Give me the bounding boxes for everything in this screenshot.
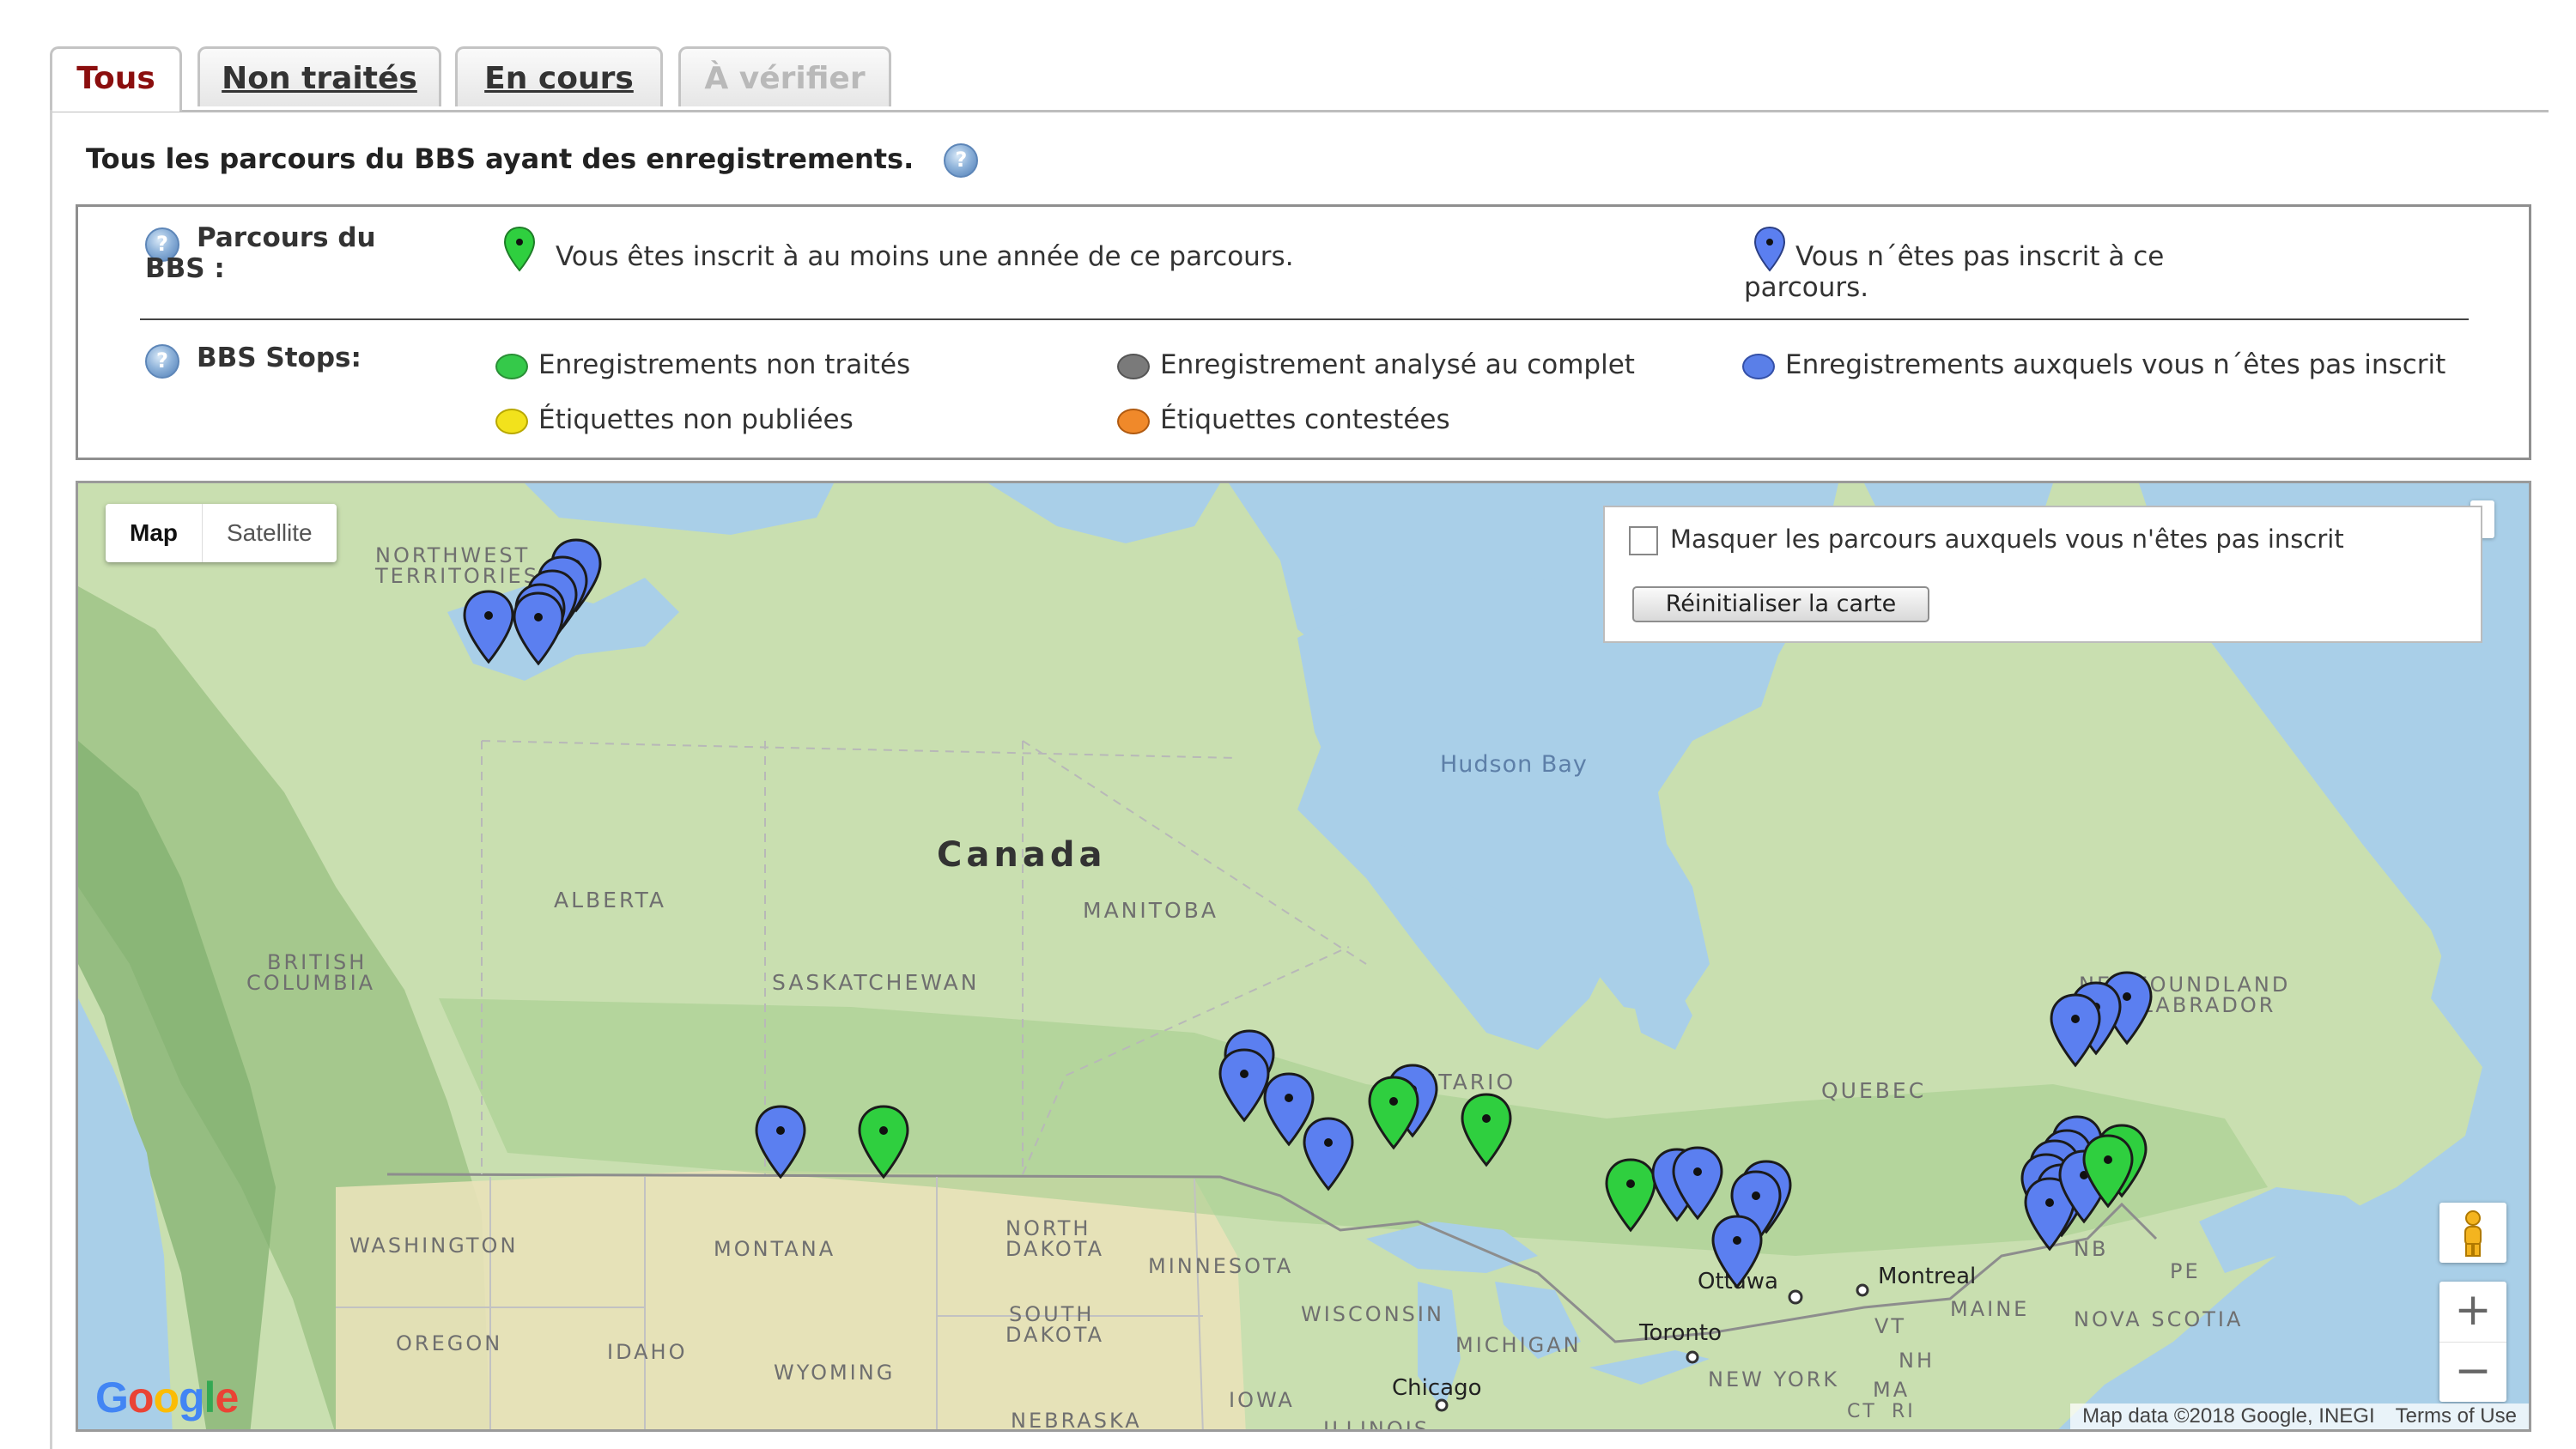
label-maine: MAINE [1950,1297,2029,1321]
zoom-out-button[interactable]: − [2439,1343,2506,1403]
google-logo-letter: o [127,1373,155,1422]
blue-dot-icon [1742,353,1775,379]
google-logo-letter: e [215,1373,239,1422]
stop-legend-item: Étiquettes non publiées [495,404,854,435]
routes-heading: Parcours du BBS : [145,222,376,284]
orange-dot-icon [1117,408,1150,434]
stop-legend-item: Enregistrements non traités [495,349,910,380]
google-logo-letter: l [204,1373,216,1422]
label-nb: NB [2074,1237,2108,1261]
tab-en-cours[interactable]: En cours [455,46,663,106]
label-montana: MONTANA [714,1237,835,1261]
yellow-dot-icon [495,408,528,434]
reset-map-button[interactable]: Réinitialiser la carte [1632,586,1929,622]
content-border [50,110,52,1449]
label-washington: WASHINGTON [349,1234,518,1258]
stop-legend-item: Enregistrements auxquels vous n´êtes pas… [1742,349,2445,380]
label-new-york: NEW YORK [1708,1367,1839,1391]
hide-routes-checkbox[interactable] [1629,526,1658,555]
label-chicago: Chicago [1392,1375,1482,1401]
route-not-enrolled-text: Vous n´êtes pas inscrit à ce parcours. [1744,241,2165,303]
tab-tous[interactable]: Tous [50,46,182,112]
label-michigan: MICHIGAN [1455,1333,1582,1357]
label-pe: PE [2170,1259,2201,1283]
label-wisconsin: WISCONSIN [1301,1302,1444,1326]
label-bc: COLUMBIA [246,971,375,995]
label-south-dakota: DAKOTA [1005,1323,1104,1347]
label-ri: RI [1892,1401,1916,1422]
green-dot-icon [495,353,528,379]
label-nh: NH [1899,1349,1935,1373]
label-wyoming: WYOMING [774,1361,895,1385]
label-minnesota: MINNESOTA [1148,1254,1293,1278]
label-vt: VT [1874,1314,1906,1338]
label-saskatchewan: SASKATCHEWAN [772,970,979,995]
google-logo-letter: g [179,1373,205,1422]
map-type-satellite-button[interactable]: Satellite [203,504,337,562]
google-logo-letter: o [153,1373,179,1422]
label-toronto: Toronto [1638,1320,1722,1346]
map-canvas[interactable]: Canada Hudson Bay NORTHWEST TERRITORIES … [76,481,2531,1432]
street-view-pegman[interactable] [2439,1203,2506,1263]
gray-dot-icon [1117,353,1150,379]
label-montreal: Montreal [1878,1264,1976,1289]
label-nebraska: NEBRASKA [1011,1409,1142,1432]
label-ct: CT [1847,1401,1877,1422]
map-attribution: Map data ©2018 Google, INEGI Terms of Use [2070,1404,2529,1429]
label-manitoba: MANITOBA [1083,898,1218,923]
tab-a-verifier: À vérifier [678,46,891,106]
map-data-credit: Map data ©2018 Google, INEGI [2082,1404,2375,1428]
legend-box: Parcours du BBS : Vous êtes inscrit à au… [76,204,2531,460]
tab-non-traites[interactable]: Non traités [197,46,441,106]
legend-divider [140,318,2469,320]
map-options-panel: Masquer les parcours auxquels vous n'ête… [1603,506,2482,643]
city-dot [1686,1350,1699,1364]
label-alberta: ALBERTA [554,888,666,912]
stops-help-icon[interactable] [145,344,179,379]
label-illinois: ILLINOIS [1323,1417,1430,1432]
google-logo-letter: G [95,1373,129,1422]
city-dot [1856,1283,1869,1297]
label-north-dakota: DAKOTA [1005,1237,1104,1261]
google-logo: Google [95,1373,239,1422]
label-ma: MA [1873,1378,1910,1402]
stop-legend-item: Étiquettes contestées [1117,404,1450,435]
great-plains [336,1170,1246,1429]
hide-routes-label[interactable]: Masquer les parcours auxquels vous n'ête… [1670,524,2344,554]
green-pin-icon [503,226,536,272]
label-nova-scotia: NOVA SCOTIA [2074,1307,2243,1331]
terms-of-use-link[interactable]: Terms of Use [2396,1404,2517,1428]
map-type-control: Map Satellite [106,504,337,562]
label-quebec: QUEBEC [1821,1078,1926,1103]
stop-legend-item: Enregistrement analysé au complet [1117,349,1635,380]
tab-bar: Tous Non traités En cours À vérifier [50,46,2549,112]
city-dot [1435,1398,1449,1412]
label-iowa: IOWA [1229,1388,1295,1412]
pegman-icon [2464,1210,2482,1257]
city-dot [1788,1289,1803,1305]
map-type-map-button[interactable]: Map [106,504,203,562]
zoom-in-button[interactable]: + [2439,1282,2506,1343]
help-icon[interactable] [944,143,979,178]
label-hudson-bay: Hudson Bay [1440,751,1588,778]
route-enrolled-text: Vous êtes inscrit à au moins une année d… [556,241,1294,272]
intro-text: Tous les parcours du BBS ayant des enreg… [86,142,914,175]
intro-line: Tous les parcours du BBS ayant des enreg… [86,142,979,178]
label-nwt: TERRITORIES [374,564,539,588]
label-oregon: OREGON [396,1331,502,1355]
stops-heading: BBS Stops: [197,343,361,373]
zoom-control: + − [2439,1282,2506,1402]
label-canada: Canada [937,835,1106,875]
label-idaho: IDAHO [607,1340,688,1364]
